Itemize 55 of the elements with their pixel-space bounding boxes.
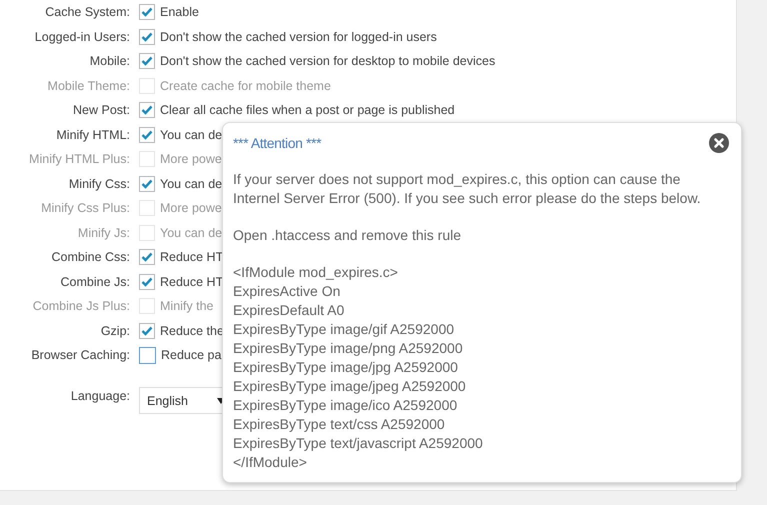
option-description: You can de <box>160 226 222 240</box>
option-description: Minify the <box>160 299 214 314</box>
setting-label: Minify HTML: <box>55 128 130 142</box>
setting-label: Mobile: <box>88 54 130 68</box>
dialog-title: *** Attention *** <box>233 135 322 151</box>
checkbox[interactable] <box>139 249 155 266</box>
setting-label: Cache System: <box>44 5 130 20</box>
code-line: ExpiresByType image/gif A2592000 <box>233 320 456 339</box>
code-line: ExpiresDefault A0 <box>233 301 346 320</box>
setting-label: Logged-in Users: <box>34 30 130 44</box>
checkbox[interactable] <box>139 102 155 118</box>
option-description: Create cache for mobile theme <box>160 78 331 93</box>
option-description: Don't show the cached version for logged-in users <box>160 30 437 44</box>
setting-label: Mobile Theme: <box>46 78 130 93</box>
setting-label: New Post: <box>72 103 130 118</box>
setting-label: Minify Css Plus: <box>40 201 130 216</box>
setting-label: Combine Js Plus: <box>32 299 130 314</box>
checkbox[interactable] <box>139 4 155 20</box>
language-label: Language: <box>70 388 130 402</box>
code-line: ExpiresByType text/css A2592000 <box>233 415 446 434</box>
setting-label: Browser Caching: <box>30 348 130 362</box>
checkbox[interactable] <box>139 346 156 364</box>
checkbox[interactable] <box>139 53 155 70</box>
code-line: ExpiresByType image/jpg A2592000 <box>233 358 459 377</box>
setting-label: Combine Js: <box>60 274 130 289</box>
code-line: ExpiresByType image/jpeg A2592000 <box>233 377 467 396</box>
option-description: Don't show the cached version for desktop to mobile devices <box>160 54 496 68</box>
option-description: Reduce pa <box>161 348 222 362</box>
checkbox[interactable] <box>139 322 155 339</box>
checkbox[interactable] <box>139 28 155 45</box>
option-description: More powe <box>160 201 222 216</box>
setting-label: Minify HTML Plus: <box>28 152 130 166</box>
checkbox[interactable] <box>139 126 155 143</box>
code-line: ExpiresByType text/javascript A2592000 <box>233 434 484 453</box>
code-line: </IfModule> <box>233 453 308 472</box>
setting-label: Gzip: <box>100 324 130 338</box>
code-line: ExpiresByType image/ico A2592000 <box>233 396 458 415</box>
code-line: ExpiresByType image/png A2592000 <box>233 339 464 358</box>
code-line: <IfModule mod_expires.c> <box>233 263 399 282</box>
checkbox[interactable] <box>139 274 155 290</box>
option-description: Reduce HT <box>160 250 224 264</box>
option-description: Clear all cache files when a post or page is published <box>160 103 455 118</box>
option-description: You can de <box>160 128 222 142</box>
dialog-paragraph: Open .htaccess and remove this rule <box>233 226 462 245</box>
code-line: ExpiresActive On <box>233 282 342 301</box>
option-description: Enable <box>160 5 199 20</box>
dialog-paragraph: If your server does not support mod_expires.c, this option can cause the Internel Server Error (500). If you see such error please do the steps below. <box>233 170 702 208</box>
close-icon[interactable] <box>709 133 729 153</box>
option-description: You can de <box>160 176 222 191</box>
option-description: More powe <box>160 152 222 166</box>
setting-label: Combine Css: <box>50 250 130 264</box>
setting-label: Minify Css: <box>68 176 130 191</box>
option-description: Reduce HT <box>160 274 224 289</box>
setting-label: Minify Js: <box>76 226 130 240</box>
checkbox[interactable] <box>139 176 155 192</box>
